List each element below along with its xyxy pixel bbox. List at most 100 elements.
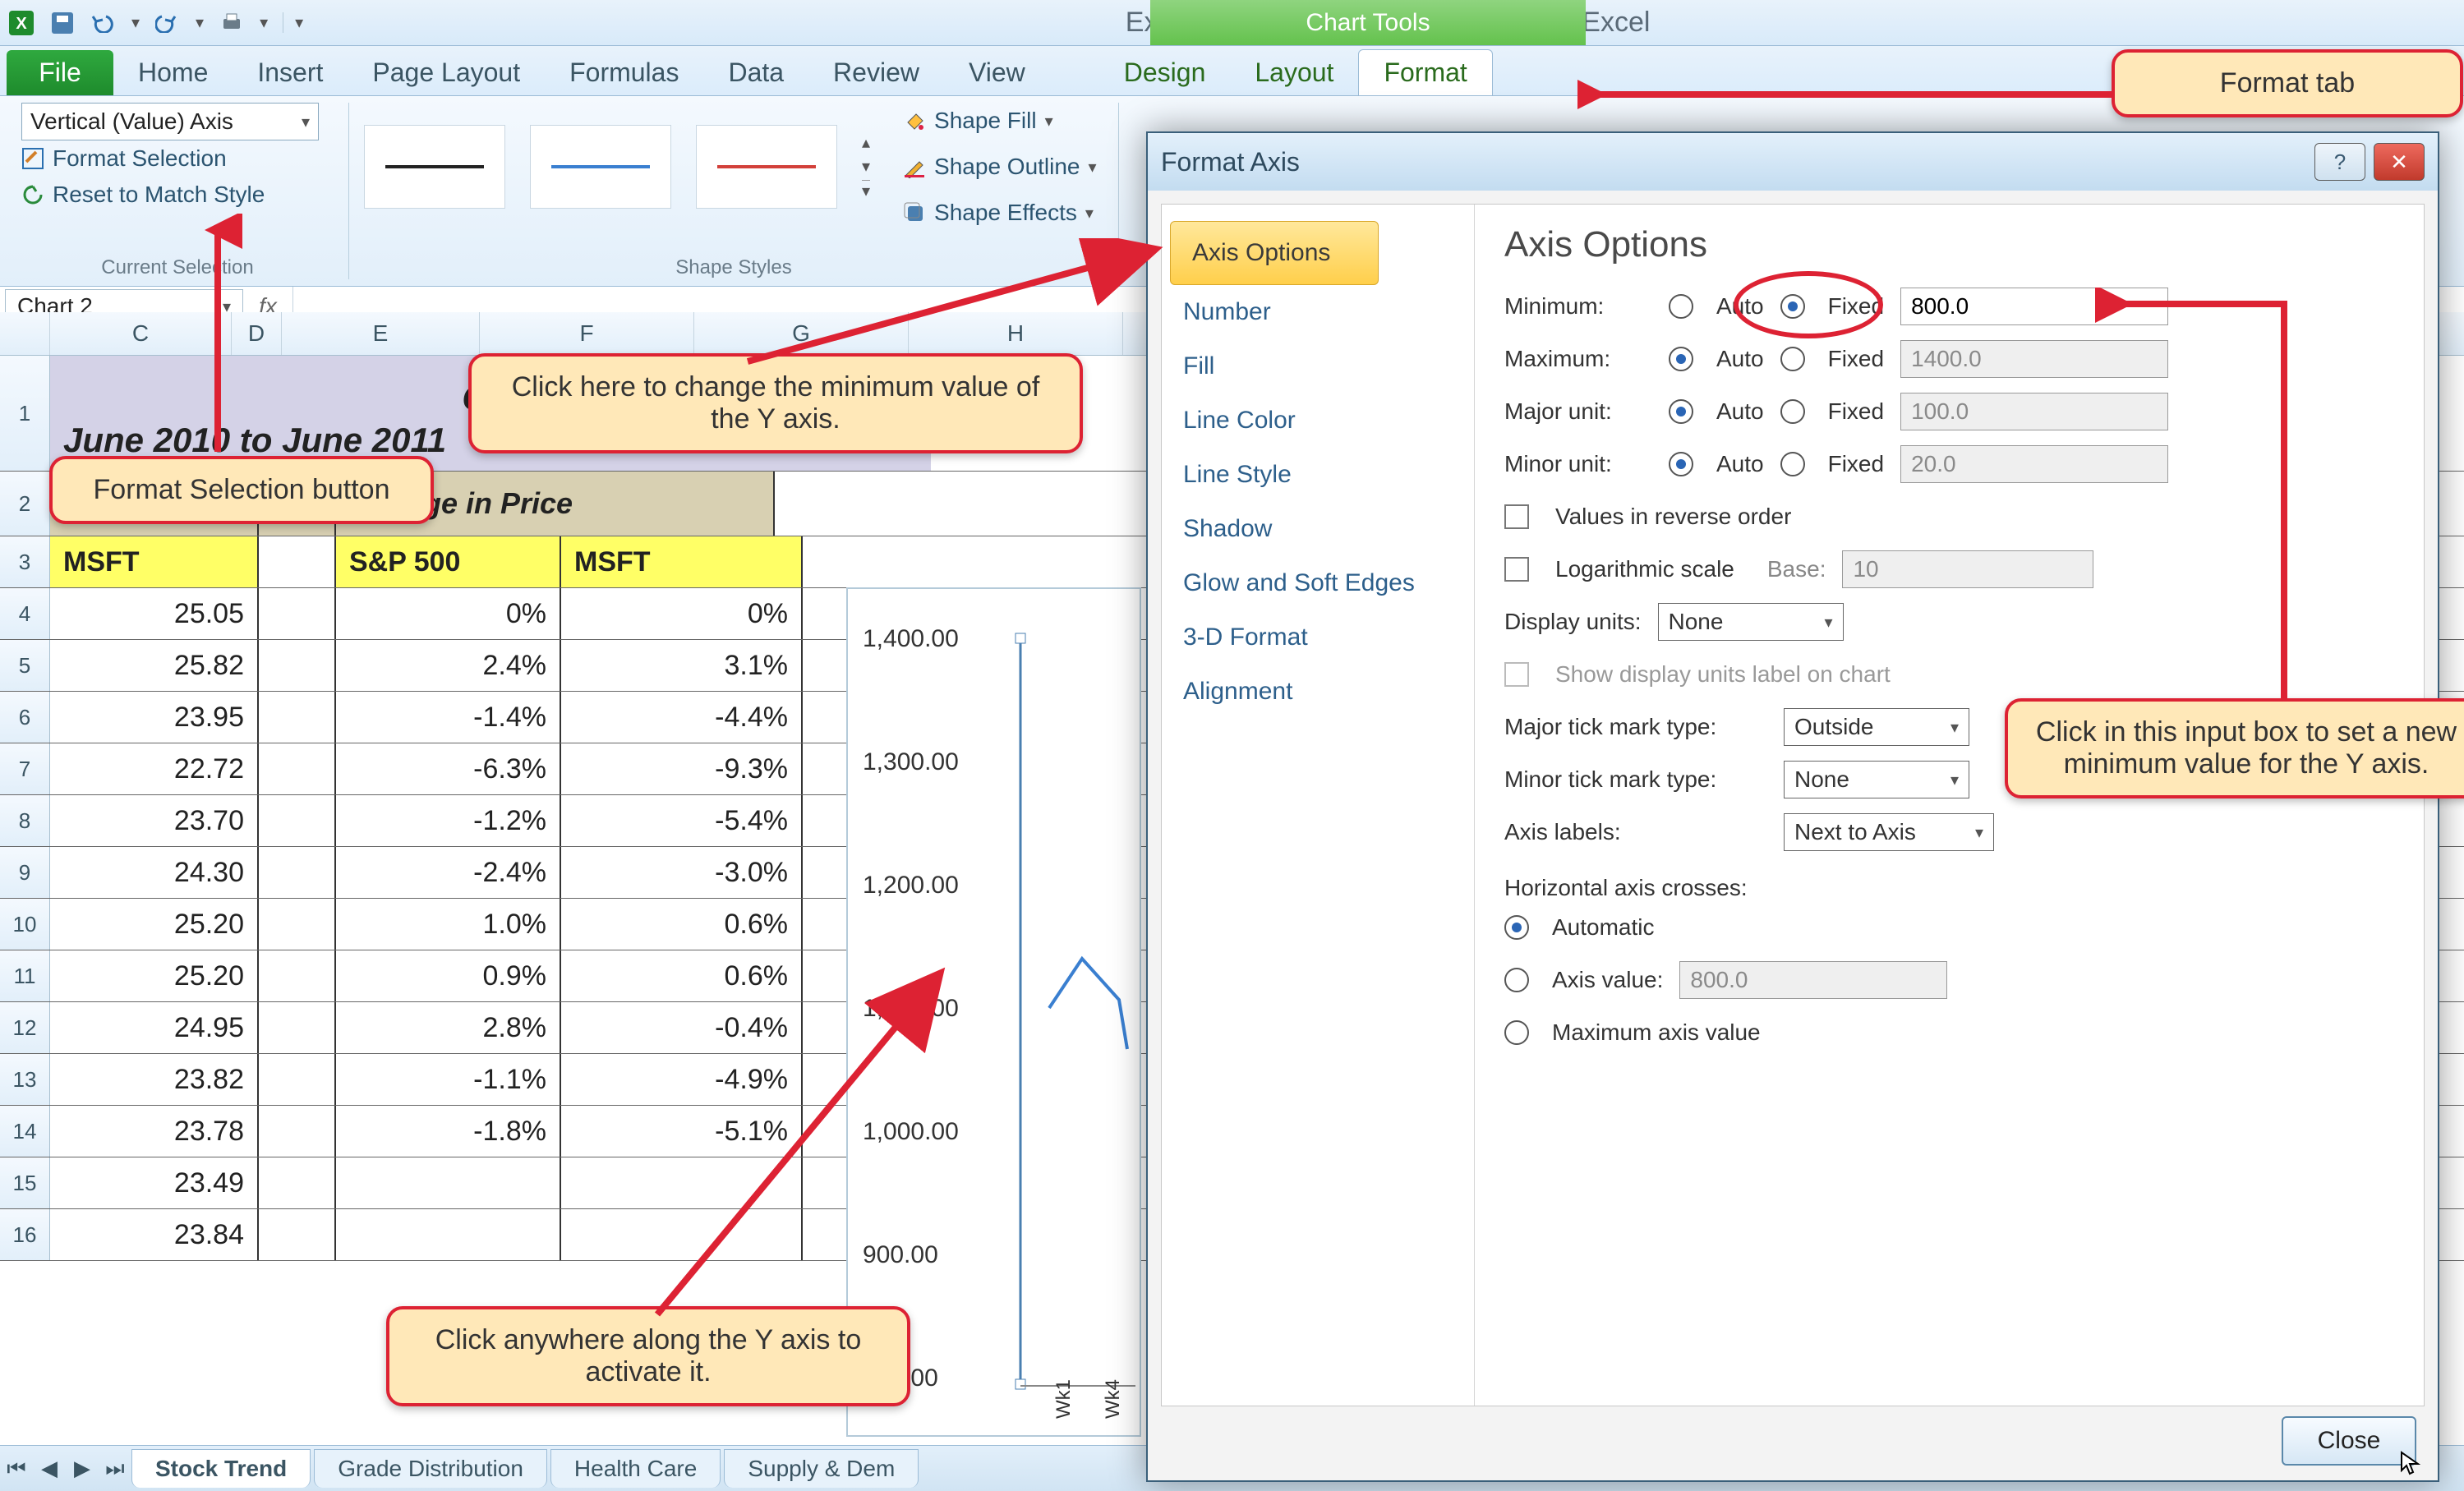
cell-msft-price[interactable]: 25.05 (50, 588, 259, 639)
minor-tick-select[interactable]: None▾ (1784, 761, 1969, 798)
tab-design[interactable]: Design (1099, 50, 1231, 95)
shape-styles-gallery[interactable]: ▴ ▾ ▾ (364, 103, 870, 231)
subheader-msft2[interactable]: MSFT (561, 536, 803, 587)
log-scale-checkbox[interactable] (1504, 557, 1529, 582)
crosses-auto-radio[interactable] (1504, 915, 1529, 940)
style-preset-red[interactable] (696, 125, 837, 209)
row-header[interactable]: 13 (0, 1054, 50, 1105)
tab-layout[interactable]: Layout (1230, 50, 1358, 95)
maximum-auto-radio[interactable] (1669, 347, 1693, 371)
column-header[interactable]: E (282, 312, 480, 355)
reverse-order-checkbox[interactable] (1504, 504, 1529, 529)
column-header[interactable]: F (480, 312, 694, 355)
display-units-select[interactable]: None▾ (1658, 603, 1844, 641)
cell-msft-change[interactable]: 0.6% (561, 950, 803, 1001)
row-header[interactable]: 16 (0, 1209, 50, 1260)
row-header[interactable]: 1 (0, 356, 50, 471)
print-icon[interactable] (219, 10, 245, 36)
axis-labels-select[interactable]: Next to Axis▾ (1784, 813, 1994, 851)
row-header[interactable]: 4 (0, 588, 50, 639)
cell-msft-change[interactable]: -0.4% (561, 1002, 803, 1053)
cell-sp500-change[interactable] (336, 1157, 561, 1208)
nav-line-style[interactable]: Line Style (1162, 448, 1474, 502)
tab-nav-prev-icon[interactable]: ◀ (33, 1452, 66, 1485)
minor-fixed-radio[interactable] (1780, 452, 1805, 476)
cell-sp500-change[interactable]: 0.9% (336, 950, 561, 1001)
cell-msft-price[interactable]: 22.72 (50, 743, 259, 794)
cell-msft-price[interactable]: 23.82 (50, 1054, 259, 1105)
nav-line-color[interactable]: Line Color (1162, 393, 1474, 448)
column-header[interactable]: H (909, 312, 1123, 355)
cell-sp500-change[interactable]: 2.8% (336, 1002, 561, 1053)
file-tab[interactable]: File (7, 50, 113, 95)
crosses-value-radio[interactable] (1504, 968, 1529, 992)
column-header[interactable]: D (232, 312, 282, 355)
cell-msft-price[interactable]: 25.82 (50, 640, 259, 691)
qat-customize-icon[interactable]: ▾ (283, 12, 303, 33)
cell-msft-change[interactable] (561, 1157, 803, 1208)
row-header[interactable]: 11 (0, 950, 50, 1001)
cell-msft-price[interactable]: 23.49 (50, 1157, 259, 1208)
cell-sp500-change[interactable]: 2.4% (336, 640, 561, 691)
dialog-titlebar[interactable]: Format Axis ? ✕ (1148, 133, 2438, 191)
row-header[interactable]: 14 (0, 1106, 50, 1157)
crosses-value-input[interactable] (1679, 961, 1947, 999)
tab-review[interactable]: Review (808, 50, 944, 95)
chart-element-selector[interactable]: Vertical (Value) Axis ▾ (21, 103, 319, 140)
tab-home[interactable]: Home (113, 50, 233, 95)
cell-msft-price[interactable]: 25.20 (50, 899, 259, 950)
cell-msft-change[interactable]: 3.1% (561, 640, 803, 691)
cell-sp500-change[interactable] (336, 1209, 561, 1260)
sheet-tab-supply-dem[interactable]: Supply & Dem (724, 1449, 919, 1488)
cell-msft-change[interactable]: -4.4% (561, 692, 803, 743)
redo-icon[interactable] (154, 10, 181, 36)
gallery-down-icon[interactable]: ▾ (862, 156, 870, 177)
cell-msft-change[interactable]: -3.0% (561, 847, 803, 898)
tab-data[interactable]: Data (703, 50, 808, 95)
sheet-tab-health-care[interactable]: Health Care (550, 1449, 721, 1488)
minor-value-input[interactable] (1900, 445, 2168, 483)
major-tick-select[interactable]: Outside▾ (1784, 708, 1969, 746)
shape-effects-button[interactable]: Shape Effects▾ (903, 195, 1097, 231)
row-header[interactable]: 6 (0, 692, 50, 743)
nav-alignment[interactable]: Alignment (1162, 665, 1474, 719)
cell-sp500-change[interactable]: -1.2% (336, 795, 561, 846)
reset-to-match-style-button[interactable]: Reset to Match Style (21, 177, 334, 213)
nav-fill[interactable]: Fill (1162, 339, 1474, 393)
major-value-input[interactable] (1900, 393, 2168, 430)
minimum-auto-radio[interactable] (1669, 294, 1693, 319)
redo-dropdown-icon[interactable]: ▾ (196, 12, 204, 33)
sheet-tab-grade-distribution[interactable]: Grade Distribution (314, 1449, 547, 1488)
subheader-msft[interactable]: MSFT (50, 536, 259, 587)
row-header[interactable]: 12 (0, 1002, 50, 1053)
column-header[interactable]: G (694, 312, 909, 355)
undo-dropdown-icon[interactable]: ▾ (131, 12, 140, 33)
major-fixed-radio[interactable] (1780, 399, 1805, 424)
format-selection-button[interactable]: Format Selection (21, 140, 334, 177)
cell-sp500-change[interactable]: -2.4% (336, 847, 561, 898)
tab-page-layout[interactable]: Page Layout (348, 50, 545, 95)
cell-msft-price[interactable]: 23.95 (50, 692, 259, 743)
shape-fill-button[interactable]: Shape Fill▾ (903, 103, 1097, 139)
tab-nav-last-icon[interactable]: ⏭ (99, 1452, 131, 1485)
row-header[interactable]: 9 (0, 847, 50, 898)
cell-msft-change[interactable]: -4.9% (561, 1054, 803, 1105)
window-close-button[interactable]: ✕ (2374, 143, 2425, 181)
cell-msft-change[interactable]: -9.3% (561, 743, 803, 794)
undo-icon[interactable] (90, 10, 117, 36)
cell-msft-change[interactable] (561, 1209, 803, 1260)
cell-sp500-change[interactable]: -1.8% (336, 1106, 561, 1157)
log-base-input[interactable] (1842, 550, 2093, 588)
row-header[interactable]: 5 (0, 640, 50, 691)
tab-insert[interactable]: Insert (233, 50, 348, 95)
cell-msft-price[interactable]: 24.95 (50, 1002, 259, 1053)
major-auto-radio[interactable] (1669, 399, 1693, 424)
nav-shadow[interactable]: Shadow (1162, 502, 1474, 556)
help-button[interactable]: ? (2314, 143, 2365, 181)
cell-sp500-change[interactable]: -1.4% (336, 692, 561, 743)
tab-nav-first-icon[interactable]: ⏮ (0, 1452, 33, 1485)
print-dropdown-icon[interactable]: ▾ (260, 12, 268, 33)
nav-axis-options[interactable]: Axis Options (1170, 221, 1379, 285)
cell-msft-change[interactable]: 0% (561, 588, 803, 639)
minor-auto-radio[interactable] (1669, 452, 1693, 476)
